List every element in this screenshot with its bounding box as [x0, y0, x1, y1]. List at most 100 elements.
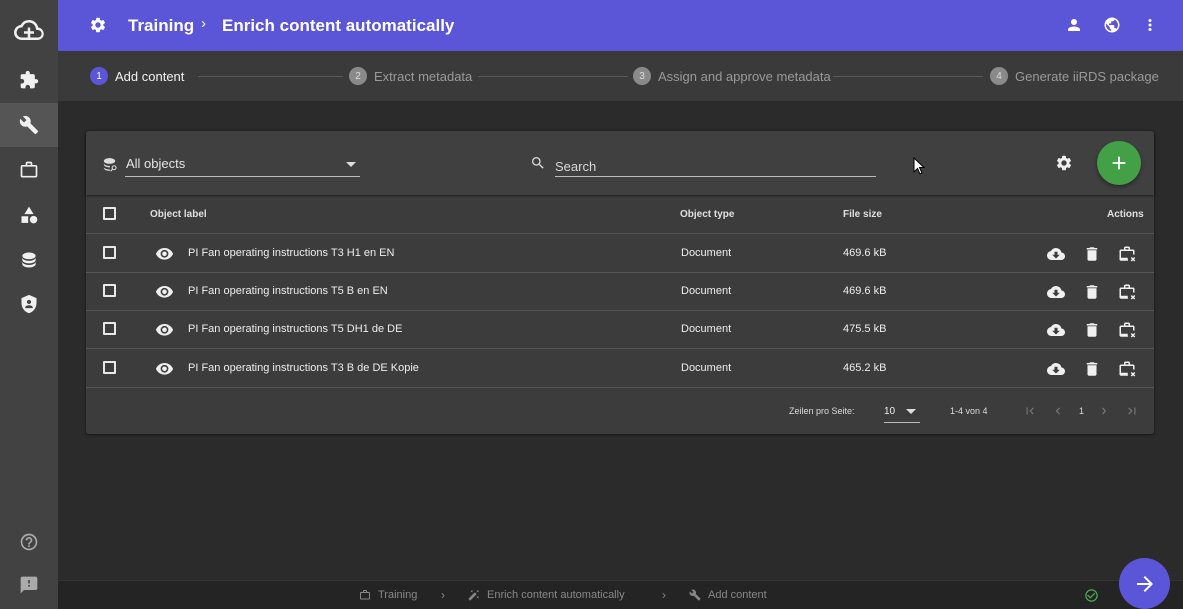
settings-gear-icon[interactable]	[89, 16, 107, 34]
next-step-button[interactable]	[1119, 558, 1170, 609]
table-settings-gear-icon[interactable]	[1055, 154, 1073, 172]
download-icon[interactable]	[1047, 321, 1065, 339]
wrench-icon[interactable]	[0, 103, 58, 147]
download-icon[interactable]	[1047, 245, 1065, 263]
column-header-actions: Actions	[1107, 209, 1144, 220]
magic-wand-icon	[468, 590, 479, 601]
column-header-object-label[interactable]: Object label	[150, 209, 207, 220]
step-label: Extract metadata	[374, 68, 473, 84]
bottom-crumb-label: Training	[378, 589, 418, 601]
shapes-icon[interactable]	[0, 193, 58, 237]
delete-icon[interactable]	[1083, 283, 1101, 301]
column-header-object-type[interactable]: Object type	[680, 209, 734, 220]
bottom-crumb-separator: ›	[662, 588, 666, 602]
bottom-breadcrumb-bar: Training › Enrich content automatically …	[58, 580, 1183, 609]
object-label-cell: PI Fan operating instructions T3 H1 en E…	[188, 247, 395, 259]
last-page-icon[interactable]	[1125, 404, 1139, 418]
first-page-icon[interactable]	[1023, 404, 1037, 418]
object-label-cell: PI Fan operating instructions T5 DH1 de …	[188, 323, 403, 335]
preview-eye-icon[interactable]	[155, 246, 174, 260]
app-header: Training › Enrich content automatically	[58, 0, 1183, 51]
table-row[interactable]: PI Fan operating instructions T3 B de DE…	[86, 349, 1154, 388]
object-type-cell: Document	[681, 247, 732, 259]
preview-eye-icon[interactable]	[155, 361, 174, 375]
wrench-icon	[689, 589, 701, 601]
breadcrumb-training[interactable]: Training	[128, 16, 194, 36]
step-assign-approve-metadata[interactable]: 3 Assign and approve metadata	[633, 67, 831, 85]
column-header-file-size[interactable]: File size	[843, 209, 882, 220]
bottom-crumb-add-content[interactable]: Add content	[689, 589, 767, 601]
bottom-crumb-label: Enrich content automatically	[487, 589, 625, 601]
left-sidebar	[0, 0, 58, 609]
delete-icon[interactable]	[1083, 245, 1101, 263]
table-row[interactable]: PI Fan operating instructions T3 H1 en E…	[86, 234, 1154, 273]
feedback-icon[interactable]	[0, 563, 58, 607]
add-content-button[interactable]	[1097, 141, 1141, 185]
plus-icon	[1112, 156, 1126, 170]
rows-per-page-label: Zeilen pro Seite:	[789, 406, 855, 416]
step-label: Generate iiRDS package	[1015, 68, 1159, 84]
bottom-crumb-training[interactable]: Training	[359, 589, 417, 601]
file-size-cell: 469.6 kB	[843, 285, 887, 297]
arrow-forward-icon	[1136, 575, 1153, 592]
help-icon[interactable]	[0, 520, 58, 564]
row-select-checkbox[interactable]	[103, 322, 116, 335]
more-vert-icon[interactable]	[1140, 15, 1160, 35]
remove-from-package-icon[interactable]	[1118, 283, 1136, 301]
shield-user-icon[interactable]	[0, 282, 58, 326]
filter-search-icon	[101, 156, 118, 173]
file-size-cell: 475.5 kB	[843, 323, 887, 335]
download-icon[interactable]	[1047, 283, 1065, 301]
step-generate-iirds-package[interactable]: 4 Generate iiRDS package	[990, 67, 1159, 85]
table-toolbar: All objects	[86, 131, 1154, 195]
delete-icon[interactable]	[1083, 321, 1101, 339]
preview-eye-icon[interactable]	[155, 284, 174, 298]
step-number: 2	[349, 67, 367, 85]
step-extract-metadata[interactable]: 2 Extract metadata	[349, 67, 472, 85]
page-title: Enrich content automatically	[222, 16, 455, 35]
bottom-crumb-enrich[interactable]: Enrich content automatically	[468, 589, 625, 601]
filter-selected-value: All objects	[126, 156, 186, 171]
table-header: Object label Object type File size Actio…	[86, 195, 1154, 234]
app-logo-cloud-add-icon[interactable]	[0, 8, 58, 52]
preview-eye-icon[interactable]	[155, 322, 174, 336]
rows-per-page-select[interactable]: 10	[884, 401, 920, 423]
row-select-checkbox[interactable]	[103, 361, 116, 374]
step-add-content[interactable]: 1 Add content	[90, 67, 184, 85]
step-connector	[478, 76, 628, 77]
remove-from-package-icon[interactable]	[1118, 321, 1136, 339]
search-icon	[530, 155, 546, 171]
briefcase-icon[interactable]	[0, 148, 58, 192]
object-type-cell: Document	[681, 285, 732, 297]
remove-from-package-icon[interactable]	[1118, 360, 1136, 378]
object-label-cell: PI Fan operating instructions T3 B de DE…	[188, 362, 419, 374]
content-table-card: All objects Object label Object type Fil…	[86, 131, 1154, 434]
step-label: Assign and approve metadata	[658, 68, 831, 84]
bottom-crumb-separator: ›	[441, 588, 445, 602]
database-icon[interactable]	[0, 238, 58, 282]
table-row[interactable]: PI Fan operating instructions T5 B en EN…	[86, 272, 1154, 311]
file-size-cell: 469.6 kB	[843, 247, 887, 259]
step-connector	[198, 76, 343, 77]
rows-per-page-value: 10	[884, 406, 896, 417]
check-circle-icon	[1084, 588, 1099, 603]
table-row[interactable]: PI Fan operating instructions T5 DH1 de …	[86, 310, 1154, 349]
object-filter-select[interactable]: All objects	[125, 153, 360, 177]
search-input[interactable]	[555, 153, 876, 177]
step-connector	[833, 76, 983, 77]
select-all-checkbox[interactable]	[103, 207, 116, 220]
row-select-checkbox[interactable]	[103, 246, 116, 259]
object-label-cell: PI Fan operating instructions T5 B en EN	[188, 285, 388, 297]
puzzle-icon[interactable]	[0, 58, 58, 102]
previous-page-icon[interactable]	[1051, 404, 1065, 418]
download-icon[interactable]	[1047, 360, 1065, 378]
next-page-icon[interactable]	[1097, 404, 1111, 418]
remove-from-package-icon[interactable]	[1118, 245, 1136, 263]
current-page: 1	[1079, 406, 1085, 416]
delete-icon[interactable]	[1083, 360, 1101, 378]
user-icon[interactable]	[1064, 15, 1084, 35]
globe-icon[interactable]	[1102, 15, 1122, 35]
object-type-cell: Document	[681, 323, 732, 335]
step-number: 4	[990, 67, 1008, 85]
row-select-checkbox[interactable]	[103, 284, 116, 297]
